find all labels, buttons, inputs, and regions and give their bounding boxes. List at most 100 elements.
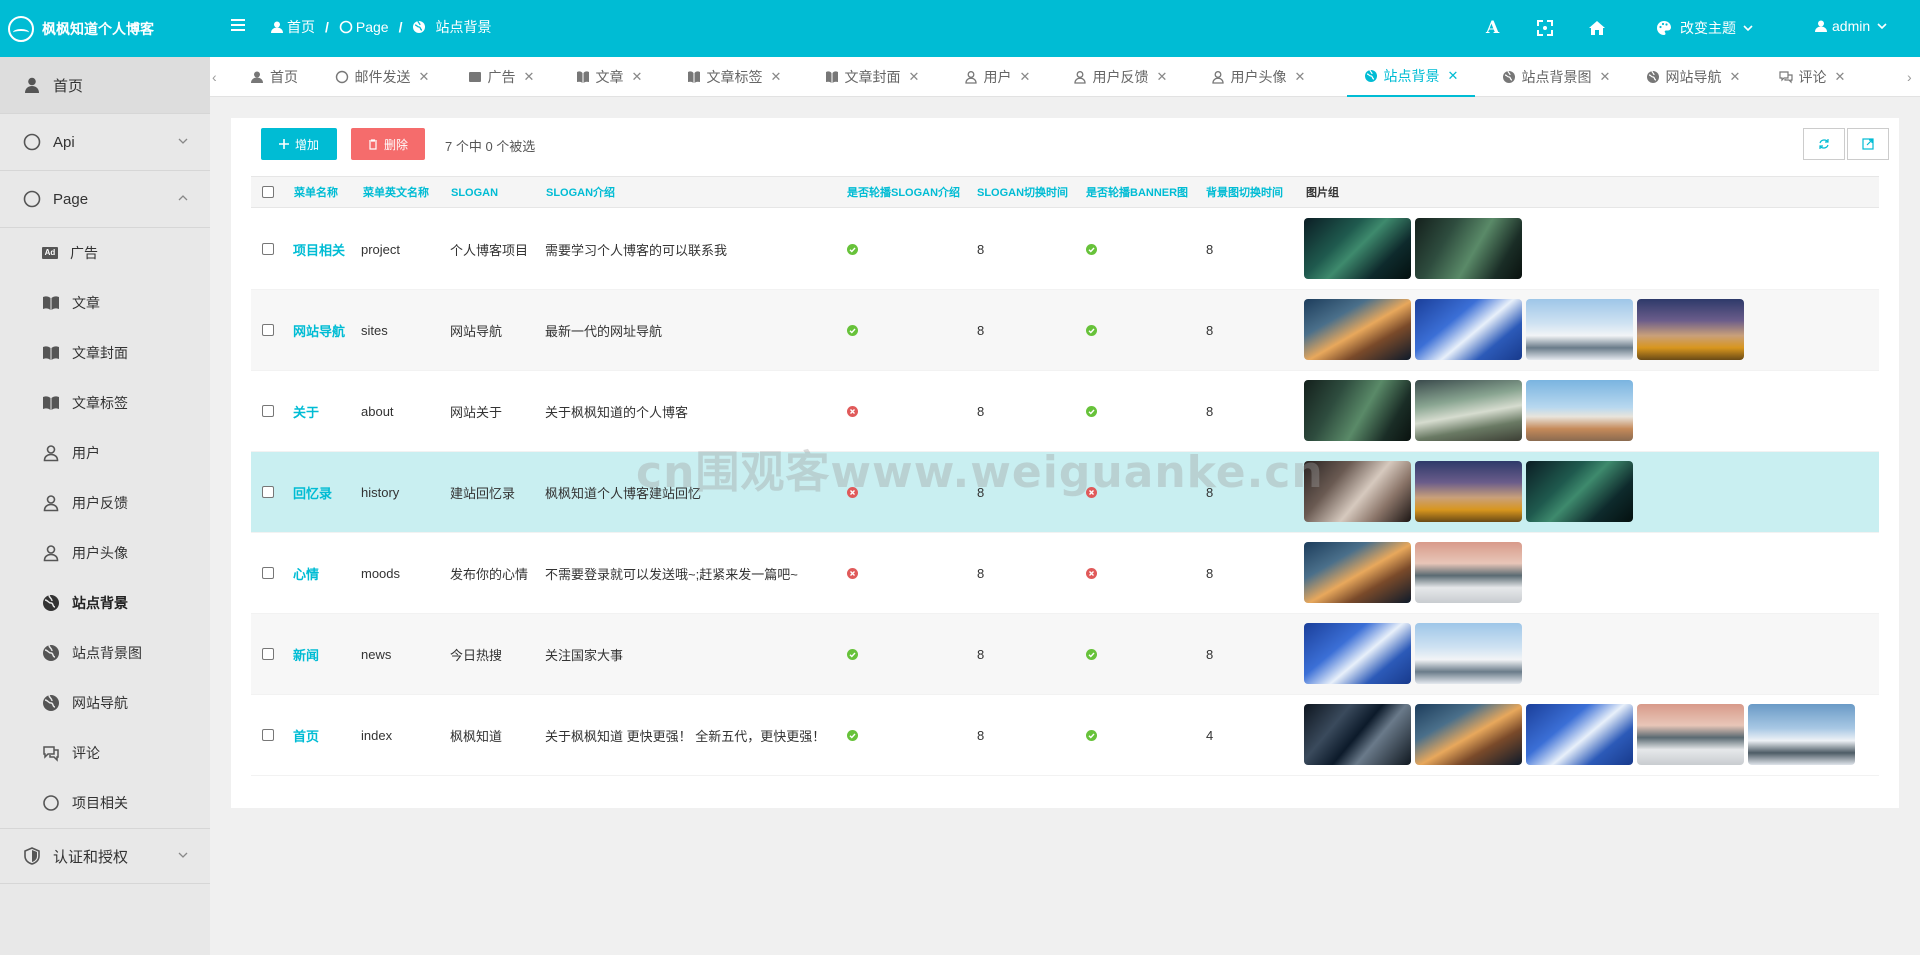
background-thumbnail[interactable] bbox=[1415, 461, 1522, 522]
tab-email[interactable]: 邮件发送 ✕ bbox=[323, 57, 441, 97]
sidebar-item-users[interactable]: 用户 bbox=[0, 428, 210, 478]
column-header-name[interactable]: 菜单名称 bbox=[294, 177, 338, 209]
sidebar-item-site-background-images[interactable]: 站点背景图 bbox=[0, 628, 210, 678]
close-icon[interactable]: ✕ bbox=[771, 69, 782, 85]
close-icon[interactable]: ✕ bbox=[1157, 69, 1168, 85]
tab-users[interactable]: 用户 ✕ bbox=[952, 57, 1042, 97]
tab-user-feedback[interactable]: 用户反馈 ✕ bbox=[1061, 57, 1179, 97]
sidebar-item-user-avatars[interactable]: 用户头像 bbox=[0, 528, 210, 578]
tab-site-nav[interactable]: 网站导航 ✕ bbox=[1637, 57, 1749, 97]
close-icon[interactable]: ✕ bbox=[1835, 69, 1846, 85]
background-thumbnail[interactable] bbox=[1415, 218, 1522, 279]
tabs-scroll-right-icon[interactable]: › bbox=[1907, 69, 1917, 85]
font-size-icon[interactable]: A bbox=[1486, 19, 1504, 37]
close-icon[interactable]: ✕ bbox=[1020, 69, 1031, 85]
add-button[interactable]: 增加 bbox=[261, 128, 337, 160]
breadcrumb-home[interactable]: 首页 bbox=[287, 17, 315, 37]
table-row[interactable]: 首页 index 枫枫知道 关于枫枫知道 更快更强！ 全新五代，更快更强！ 8 4 bbox=[251, 695, 1879, 776]
export-button[interactable] bbox=[1847, 128, 1889, 160]
cell-name[interactable]: 首页 bbox=[293, 695, 319, 776]
sidebar-item-ads[interactable]: Ad 广告 bbox=[0, 228, 210, 278]
background-thumbnail[interactable] bbox=[1415, 380, 1522, 441]
column-header-en-name[interactable]: 菜单英文名称 bbox=[363, 177, 429, 209]
close-icon[interactable]: ✕ bbox=[1600, 69, 1611, 85]
sidebar-item-comments[interactable]: 评论 bbox=[0, 728, 210, 778]
background-thumbnail[interactable] bbox=[1304, 623, 1411, 684]
row-checkbox[interactable] bbox=[262, 567, 274, 579]
row-checkbox[interactable] bbox=[262, 243, 274, 255]
cell-name[interactable]: 心情 bbox=[293, 533, 319, 614]
background-thumbnail[interactable] bbox=[1415, 704, 1522, 765]
sidebar-item-site-nav[interactable]: 网站导航 bbox=[0, 678, 210, 728]
background-thumbnail[interactable] bbox=[1526, 380, 1633, 441]
row-checkbox[interactable] bbox=[262, 405, 274, 417]
tab-ads[interactable]: 广告 ✕ bbox=[457, 57, 545, 97]
sidebar-item-home[interactable]: 首页 bbox=[0, 57, 210, 113]
sidebar-item-projects[interactable]: 项目相关 bbox=[0, 778, 210, 828]
column-header-slogan[interactable]: SLOGAN bbox=[451, 177, 498, 209]
background-thumbnail[interactable] bbox=[1526, 461, 1633, 522]
close-icon[interactable]: ✕ bbox=[1295, 69, 1306, 85]
app-logo[interactable]: 枫枫知道个人博客 bbox=[0, 0, 210, 57]
sidebar-item-api[interactable]: Api bbox=[0, 114, 210, 170]
sidebar-item-user-feedback[interactable]: 用户反馈 bbox=[0, 478, 210, 528]
background-thumbnail[interactable] bbox=[1637, 299, 1744, 360]
cell-name[interactable]: 回忆录 bbox=[293, 452, 332, 533]
sidebar-item-article-covers[interactable]: 文章封面 bbox=[0, 328, 210, 378]
background-thumbnail[interactable] bbox=[1304, 704, 1411, 765]
sidebar-item-articles[interactable]: 文章 bbox=[0, 278, 210, 328]
row-checkbox[interactable] bbox=[262, 486, 274, 498]
tab-user-avatars[interactable]: 用户头像 ✕ bbox=[1199, 57, 1317, 97]
background-thumbnail[interactable] bbox=[1526, 299, 1633, 360]
tab-site-background-images[interactable]: 站点背景图 ✕ bbox=[1493, 57, 1619, 97]
row-checkbox[interactable] bbox=[262, 324, 274, 336]
row-checkbox[interactable] bbox=[262, 729, 274, 741]
close-icon[interactable]: ✕ bbox=[909, 69, 920, 85]
tab-article-tags[interactable]: 文章标签 ✕ bbox=[676, 57, 792, 97]
home-icon[interactable] bbox=[1588, 19, 1606, 37]
column-header-banner-loop[interactable]: 是否轮播BANNER图 bbox=[1086, 177, 1188, 209]
sidebar-item-page[interactable]: Page bbox=[0, 171, 210, 227]
cell-name[interactable]: 网站导航 bbox=[293, 290, 345, 371]
table-row[interactable]: 新闻 news 今日热搜 关注国家大事 8 8 bbox=[251, 614, 1879, 695]
table-row[interactable]: 项目相关 project 个人博客项目 需要学习个人博客的可以联系我 8 8 bbox=[251, 209, 1879, 290]
background-thumbnail[interactable] bbox=[1526, 704, 1633, 765]
close-icon[interactable]: ✕ bbox=[1448, 68, 1459, 84]
delete-button[interactable]: 删除 bbox=[351, 128, 425, 160]
column-header-slogan-time[interactable]: SLOGAN切换时间 bbox=[977, 177, 1068, 209]
close-icon[interactable]: ✕ bbox=[524, 69, 535, 85]
background-thumbnail[interactable] bbox=[1748, 704, 1855, 765]
cell-name[interactable]: 关于 bbox=[293, 371, 319, 452]
row-checkbox[interactable] bbox=[262, 648, 274, 660]
breadcrumb-page[interactable]: Page bbox=[356, 19, 389, 35]
select-all-checkbox[interactable] bbox=[262, 186, 274, 198]
user-menu[interactable]: admin bbox=[1814, 18, 1892, 34]
tab-site-background[interactable]: 站点背景 ✕ bbox=[1347, 57, 1475, 97]
table-row[interactable]: 心情 moods 发布你的心情 不需要登录就可以发送哦~;赶紧来发一篇吧~ 8 8 bbox=[251, 533, 1879, 614]
sidebar-item-site-background[interactable]: 站点背景 bbox=[0, 578, 210, 628]
fullscreen-icon[interactable] bbox=[1536, 19, 1554, 37]
sidebar-item-article-tags[interactable]: 文章标签 bbox=[0, 378, 210, 428]
close-icon[interactable]: ✕ bbox=[1730, 69, 1741, 85]
cell-name[interactable]: 新闻 bbox=[293, 614, 319, 695]
close-icon[interactable]: ✕ bbox=[419, 69, 430, 85]
column-header-slogan-intro[interactable]: SLOGAN介绍 bbox=[546, 177, 615, 209]
cell-name[interactable]: 项目相关 bbox=[293, 209, 345, 290]
refresh-button[interactable] bbox=[1803, 128, 1845, 160]
tabs-scroll-left-icon[interactable]: ‹ bbox=[212, 69, 222, 85]
tab-comments[interactable]: 评论 ✕ bbox=[1767, 57, 1857, 97]
menu-toggle-icon[interactable] bbox=[231, 19, 245, 33]
background-thumbnail[interactable] bbox=[1304, 299, 1411, 360]
background-thumbnail[interactable] bbox=[1304, 218, 1411, 279]
background-thumbnail[interactable] bbox=[1637, 704, 1744, 765]
background-thumbnail[interactable] bbox=[1304, 542, 1411, 603]
tab-articles[interactable]: 文章 ✕ bbox=[565, 57, 653, 97]
table-row[interactable]: 网站导航 sites 网站导航 最新一代的网址导航 8 8 bbox=[251, 290, 1879, 371]
background-thumbnail[interactable] bbox=[1415, 542, 1522, 603]
theme-switcher[interactable]: 改变主题 bbox=[1656, 18, 1762, 38]
tab-home[interactable]: 首页 bbox=[238, 57, 310, 97]
column-header-banner-time[interactable]: 背景图切换时间 bbox=[1206, 177, 1283, 209]
background-thumbnail[interactable] bbox=[1415, 623, 1522, 684]
close-icon[interactable]: ✕ bbox=[632, 69, 643, 85]
tab-article-covers[interactable]: 文章封面 ✕ bbox=[814, 57, 930, 97]
